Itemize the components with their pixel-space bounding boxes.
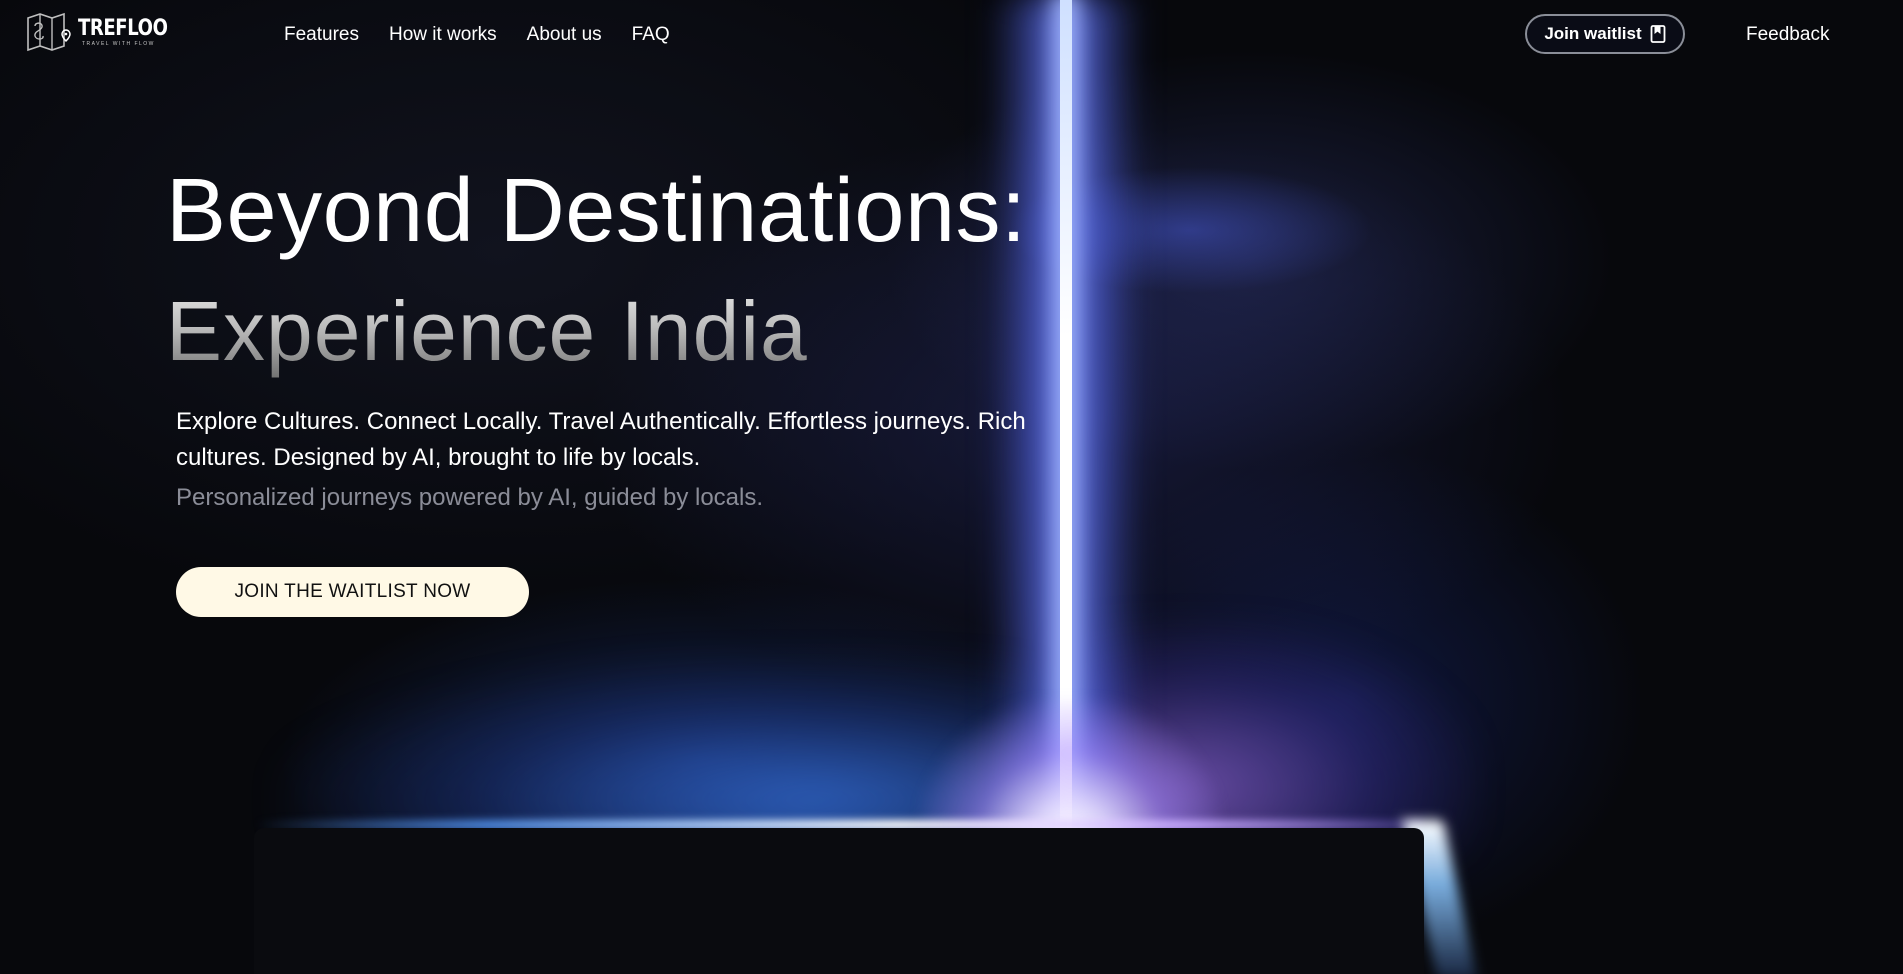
hero-description: Explore Cultures. Connect Locally. Trave… — [176, 408, 1026, 471]
nav-links: Features How it works About us FAQ — [284, 24, 670, 46]
nav-link-about-us[interactable]: About us — [527, 24, 602, 46]
join-waitlist-label: Join waitlist — [1544, 24, 1642, 43]
product-preview-panel — [254, 828, 1424, 974]
nav-link-how-it-works[interactable]: How it works — [389, 24, 497, 46]
brand-wordmark: TREFLOO TRAVEL WITH FLOW — [78, 15, 187, 47]
folded-map-logo-icon — [27, 12, 71, 52]
top-navbar: TREFLOO TRAVEL WITH FLOW Features How it… — [0, 0, 1903, 72]
join-waitlist-cta-button[interactable]: JOIN THE WAITLIST NOW — [176, 567, 529, 617]
brand-logo[interactable]: TREFLOO TRAVEL WITH FLOW — [26, 12, 187, 52]
hero-subtitle: Personalized journeys powered by AI, gui… — [176, 484, 764, 511]
nav-link-features[interactable]: Features — [284, 24, 359, 46]
brand-name: TREFLOO — [78, 15, 168, 41]
join-waitlist-button[interactable]: Join waitlist — [1525, 14, 1685, 54]
feedback-link[interactable]: Feedback — [1746, 24, 1829, 46]
bookmark-icon — [1650, 25, 1666, 43]
nav-link-faq[interactable]: FAQ — [632, 24, 670, 46]
brand-tagline: TRAVEL WITH FLOW — [82, 40, 155, 47]
landing-page: TREFLOO TRAVEL WITH FLOW Features How it… — [0, 0, 1903, 974]
hero-title: Beyond Destinations: — [166, 161, 1027, 261]
hero-title-highlight: Experience India — [166, 284, 808, 378]
